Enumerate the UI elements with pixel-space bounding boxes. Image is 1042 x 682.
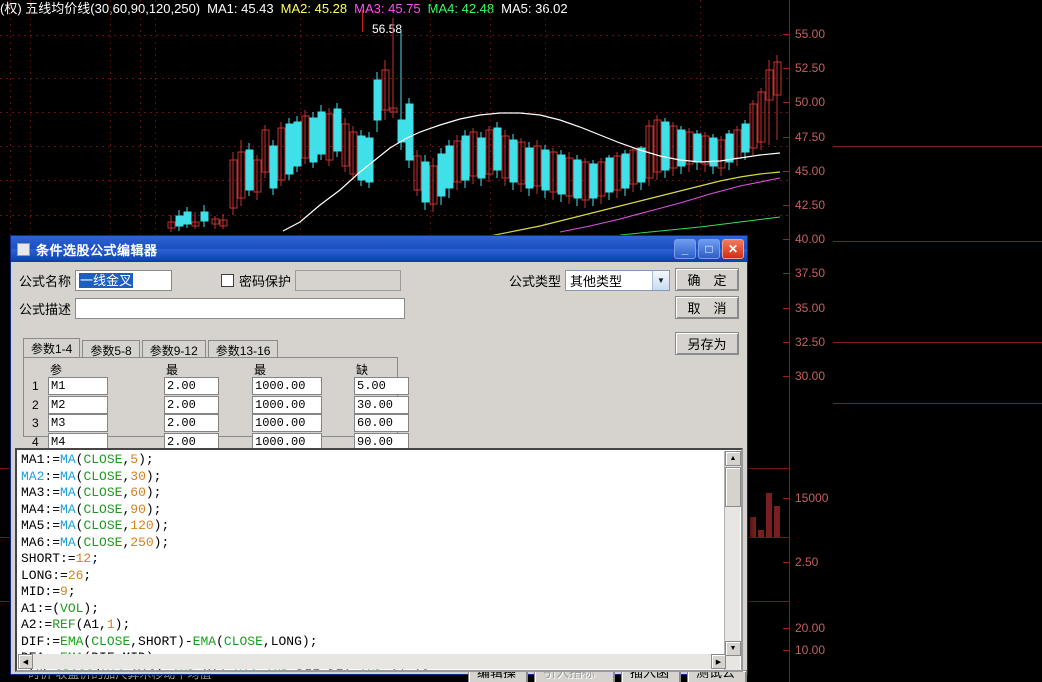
param-max-input[interactable]: 1000.00 xyxy=(252,377,322,395)
chevron-down-icon[interactable]: ▼ xyxy=(652,270,670,290)
code-line: MA3:=MA(CLOSE,60); xyxy=(21,485,162,500)
formula-desc-input[interactable] xyxy=(75,297,406,319)
scroll-down-button[interactable]: ▼ xyxy=(725,641,741,656)
axis-tick xyxy=(783,650,789,651)
param-name-input[interactable]: M3 xyxy=(48,414,108,433)
scroll-left-button[interactable]: ◀ xyxy=(18,654,33,669)
code-line: MA4:=MA(CLOSE,90); xyxy=(21,501,162,517)
price-axis-label: 40.00 xyxy=(795,232,826,247)
axis-tick xyxy=(783,239,789,241)
scroll-thumb[interactable] xyxy=(725,467,741,507)
save-as-button[interactable]: 另存为 xyxy=(675,332,739,355)
axis-tick xyxy=(783,498,789,499)
axis-tick xyxy=(783,562,789,563)
param-min-input[interactable]: 2.00 xyxy=(164,414,219,433)
formula-name-input[interactable]: 一线金叉 xyxy=(75,269,173,291)
window-icon xyxy=(17,242,30,256)
code-line: MA6:=MA(CLOSE,250); xyxy=(21,534,170,550)
price-axis-label: 37.50 xyxy=(795,266,826,281)
price-axis-label: 42.50 xyxy=(795,198,826,212)
password-input[interactable] xyxy=(295,269,402,291)
scroll-right-button[interactable]: ▶ xyxy=(711,654,726,669)
axis-tick xyxy=(783,376,789,377)
formula-name-value: 一线金叉 xyxy=(79,272,134,288)
formula-code-text: MA1:=MA(CLOSE,5); MA2:=MA(CLOSE,30); MA3:=… xyxy=(21,452,437,670)
volume-axis-label: 10.00 xyxy=(795,643,826,657)
ok-button[interactable]: 确 定 xyxy=(675,268,739,291)
order-book-separator xyxy=(833,146,1042,147)
dialog-titlebar[interactable]: 条件选股公式编辑器 _ □ ✕ xyxy=(11,236,747,262)
code-line: SHORT:=12; xyxy=(21,551,100,566)
param-row-index: 1 xyxy=(32,379,39,393)
param-min-input[interactable]: 2.00 xyxy=(164,395,219,414)
scroll-up-button[interactable]: ▲ xyxy=(725,451,741,466)
axis-tick xyxy=(783,34,789,35)
formula-type-value: 其他类型 xyxy=(570,273,623,289)
app-window: (权) 五线均价线(30,60,90,120,250) MA1: 45.43 MA2… xyxy=(0,0,1042,682)
volume-axis-label: 20.00 xyxy=(795,621,826,635)
param-row-index: 2 xyxy=(32,397,39,412)
code-line: A1:=(VOL); xyxy=(21,600,100,616)
axis-tick xyxy=(783,273,789,275)
parameter-tabs: 参数1-4 参数5-8 参数9-12 参数13-16 xyxy=(23,338,280,359)
minimize-button[interactable]: _ xyxy=(674,239,696,259)
axis-tick xyxy=(783,341,789,343)
volume-axis-label: 2.50 xyxy=(795,555,819,569)
formula-name-label: 公式名称 xyxy=(19,273,72,289)
param-def-input[interactable]: 5.00 xyxy=(354,377,409,395)
formula-code-editor[interactable]: MA1:=MA(CLOSE,5); MA2:=MA(CLOSE,30); MA3:=… xyxy=(15,448,743,672)
price-axis-label: 47.50 xyxy=(795,129,826,144)
cancel-button[interactable]: 取 消 xyxy=(675,296,739,319)
code-line: MA1:=MA(CLOSE,5); xyxy=(21,452,154,467)
axis-tick xyxy=(783,628,789,629)
tick-list-separator xyxy=(833,403,1042,404)
code-horizontal-scrollbar[interactable]: ◀ ▶ xyxy=(18,654,726,669)
param-max-input[interactable]: 1000.00 xyxy=(252,395,322,414)
axis-tick xyxy=(783,136,789,138)
formula-editor-dialog: 条件选股公式编辑器 _ □ ✕ 公式名称 一线金叉 密码保护 公式类型 其他类型… xyxy=(10,235,748,682)
axis-tick xyxy=(783,102,789,104)
code-line: MA2:=MA(CLOSE,30); xyxy=(21,468,162,484)
price-axis-label: 50.00 xyxy=(795,95,826,110)
password-protect-label: 密码保护 xyxy=(239,273,292,289)
param-row-index: 4 xyxy=(32,434,39,449)
axis-tick xyxy=(783,205,789,206)
code-vertical-scrollbar[interactable]: ▲ ▼ xyxy=(724,451,741,670)
price-axis-label: 30.00 xyxy=(795,369,826,383)
stats-separator xyxy=(833,241,1042,242)
axis-tick xyxy=(783,307,789,309)
axis-tick xyxy=(783,170,789,172)
param-name-input[interactable]: M1 xyxy=(48,377,108,395)
close-button[interactable]: ✕ xyxy=(722,239,744,259)
param-name-input[interactable]: M2 xyxy=(48,395,108,414)
code-line: LONG:=26; xyxy=(21,567,92,583)
formula-type-select[interactable]: 其他类型 ▼ xyxy=(565,269,671,291)
formula-type-label: 公式类型 xyxy=(509,273,562,289)
volume-axis-label: 15000 xyxy=(795,491,829,505)
param-def-input[interactable]: 30.00 xyxy=(354,395,409,414)
price-axis-label: 35.00 xyxy=(795,300,826,315)
param-row-index: 3 xyxy=(32,416,39,431)
password-protect-checkbox[interactable] xyxy=(221,273,234,287)
formula-desc-label: 公式描述 xyxy=(19,301,72,317)
quote-panel: 分析家公式网 www.88gs.com 卖五50.2036卖四50.1933卖三… xyxy=(833,0,1042,682)
price-axis-label: 32.50 xyxy=(795,334,826,349)
param-max-input[interactable]: 1000.00 xyxy=(252,414,322,433)
price-axis-label: 52.50 xyxy=(795,61,826,76)
code-line: DIF:=EMA(CLOSE,SHORT)-EMA(CLOSE,LONG); xyxy=(21,633,318,649)
price-axis-label: 45.00 xyxy=(795,163,826,178)
code-line: A2:=REF(A1,1); xyxy=(21,617,131,632)
tab-1[interactable]: 参数1-4 xyxy=(23,338,81,359)
code-line: MID:=9; xyxy=(21,584,76,599)
param-def-input[interactable]: 60.00 xyxy=(354,414,409,433)
parameter-panel: 参数最小最大缺省1M12.001000.005.002M22.001000.00… xyxy=(23,357,409,451)
maximize-button[interactable]: □ xyxy=(698,239,720,259)
dialog-title: 条件选股公式编辑器 xyxy=(36,242,158,258)
stats-separator-2 xyxy=(833,342,1042,343)
axis-tick xyxy=(783,68,789,70)
code-line: MA5:=MA(CLOSE,120); xyxy=(21,518,170,533)
param-min-input[interactable]: 2.00 xyxy=(164,377,219,395)
price-axis-label: 55.00 xyxy=(795,27,826,41)
price-axis-line xyxy=(789,0,790,682)
